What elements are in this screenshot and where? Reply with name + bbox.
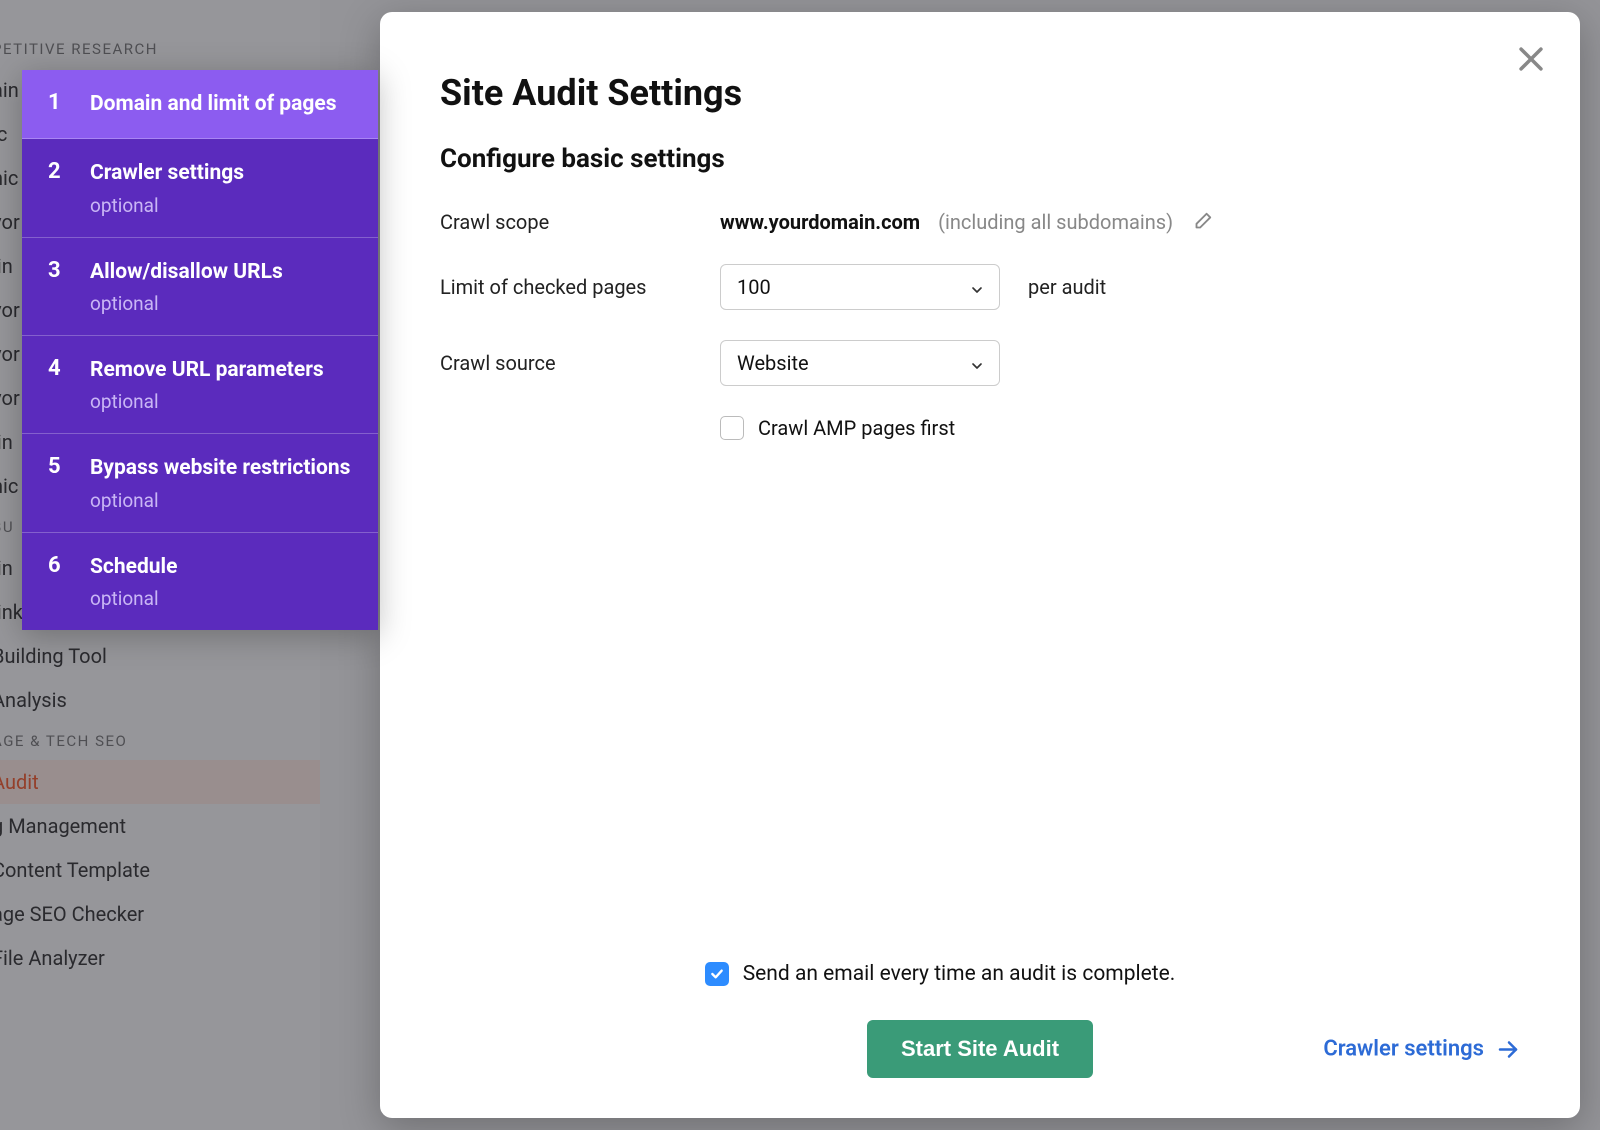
crawler-link-label: Crawler settings	[1323, 1037, 1484, 1062]
step-title: Domain and limit of pages	[90, 90, 336, 118]
amp-checkbox[interactable]	[720, 416, 744, 440]
site-audit-settings-modal: Site Audit Settings Configure basic sett…	[380, 12, 1580, 1118]
modal-subtitle: Configure basic settings	[440, 144, 1520, 174]
step-domain-limit[interactable]: 1 Domain and limit of pages	[22, 70, 378, 139]
step-number: 5	[48, 454, 66, 511]
step-title: Schedule	[90, 553, 177, 581]
crawl-scope-domain: www.yourdomain.com	[720, 210, 920, 234]
step-number: 1	[48, 90, 66, 118]
source-row: Crawl source Website	[440, 340, 1520, 386]
step-optional: optional	[90, 194, 244, 217]
limit-label: Limit of checked pages	[440, 275, 720, 299]
crawl-scope-note: (including all subdomains)	[938, 210, 1173, 234]
limit-suffix: per audit	[1028, 275, 1106, 299]
step-optional: optional	[90, 292, 283, 315]
step-number: 3	[48, 258, 66, 315]
limit-value: 100	[737, 275, 771, 299]
amp-label: Crawl AMP pages first	[758, 416, 955, 440]
modal-title: Site Audit Settings	[440, 72, 1520, 114]
step-title: Remove URL parameters	[90, 356, 324, 384]
limit-row: Limit of checked pages 100 per audit	[440, 264, 1520, 310]
step-title: Allow/disallow URLs	[90, 258, 283, 286]
email-row: Send an email every time an audit is com…	[360, 962, 1520, 986]
step-number: 6	[48, 553, 66, 610]
amp-row: Crawl AMP pages first	[720, 416, 1520, 440]
step-schedule[interactable]: 6 Schedule optional	[22, 533, 378, 630]
email-checkbox[interactable]	[705, 962, 729, 986]
step-crawler-settings[interactable]: 2 Crawler settings optional	[22, 139, 378, 237]
step-optional: optional	[90, 390, 324, 413]
source-value: Website	[737, 351, 809, 375]
crawl-scope-row: Crawl scope www.yourdomain.com (includin…	[440, 210, 1520, 234]
step-number: 4	[48, 356, 66, 413]
step-bypass-restrictions[interactable]: 5 Bypass website restrictions optional	[22, 434, 378, 532]
step-allow-disallow-urls[interactable]: 3 Allow/disallow URLs optional	[22, 238, 378, 336]
crawl-scope-label: Crawl scope	[440, 210, 720, 234]
start-site-audit-button[interactable]: Start Site Audit	[867, 1020, 1093, 1078]
source-select[interactable]: Website	[720, 340, 1000, 386]
chevron-down-icon	[969, 279, 985, 295]
chevron-down-icon	[969, 355, 985, 371]
close-icon[interactable]	[1514, 42, 1548, 76]
arrow-right-icon	[1496, 1037, 1520, 1061]
limit-select[interactable]: 100	[720, 264, 1000, 310]
wizard-steps-panel: 1 Domain and limit of pages 2 Crawler se…	[22, 70, 378, 630]
step-title: Crawler settings	[90, 159, 244, 187]
step-optional: optional	[90, 587, 177, 610]
pencil-icon[interactable]	[1191, 211, 1213, 233]
crawler-settings-link[interactable]: Crawler settings	[1323, 1037, 1520, 1062]
step-remove-url-params[interactable]: 4 Remove URL parameters optional	[22, 336, 378, 434]
source-label: Crawl source	[440, 351, 720, 375]
email-label: Send an email every time an audit is com…	[743, 962, 1176, 986]
step-number: 2	[48, 159, 66, 216]
step-optional: optional	[90, 489, 350, 512]
step-title: Bypass website restrictions	[90, 454, 350, 482]
